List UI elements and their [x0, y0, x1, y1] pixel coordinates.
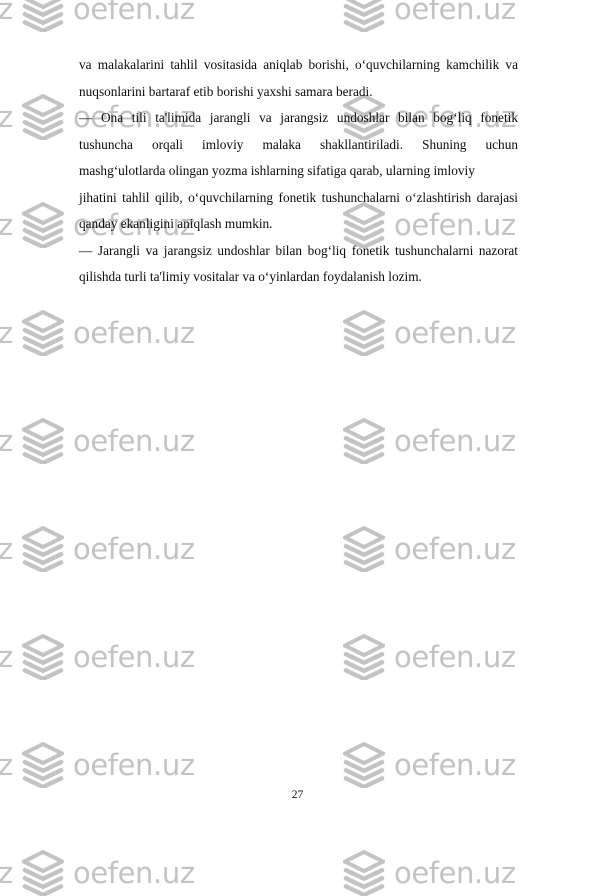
watermark-label: oefen.uz [394, 855, 516, 890]
document-page: va malakalarini tahlil vositasida aniqla… [0, 0, 595, 842]
document-body: va malakalarini tahlil vositasida aniqla… [79, 52, 518, 291]
watermark-label: oefen.uz [0, 855, 13, 890]
watermark-label: oefen.uz [73, 855, 195, 890]
stacked-layers-logo-icon [343, 850, 385, 896]
text-line: — Ona tili ta'limida jarangli va jarangs… [79, 110, 518, 125]
text-line: nuqsonlarini bartaraf etib borishi yaxsh… [79, 83, 373, 99]
text-line: jihatini tahlil qilib, oʻquvchilarning f… [79, 189, 518, 205]
watermark-tile: oefen.uz [343, 850, 516, 896]
paragraph: va malakalarini tahlil vositasida aniqla… [79, 52, 518, 105]
paragraph: — Jarangli va jarangsiz undoshlar bilan … [79, 238, 518, 291]
text-line: qilishda turli ta'limiy vositalar va oʻy… [79, 269, 422, 284]
paragraph: — Ona tili ta'limida jarangli va jarangs… [79, 105, 518, 238]
text-line: va malakalarini tahlil vositasida aniqla… [79, 57, 518, 72]
text-line: — Jarangli va jarangsiz undoshlar bilan … [79, 242, 518, 258]
text-line: tushuncha orqali imloviy malaka shakllan… [79, 136, 518, 152]
page-number: 27 [291, 789, 304, 801]
watermark-tile: oefen.uz [22, 850, 195, 896]
text-line: qanday ekanligini aniqlash mumkin. [79, 216, 273, 231]
stacked-layers-logo-icon [22, 850, 64, 896]
text-line: mashgʻulotlarda olingan yozma ishlarning… [79, 163, 475, 178]
watermark-tile: oefen.uz [0, 850, 13, 896]
